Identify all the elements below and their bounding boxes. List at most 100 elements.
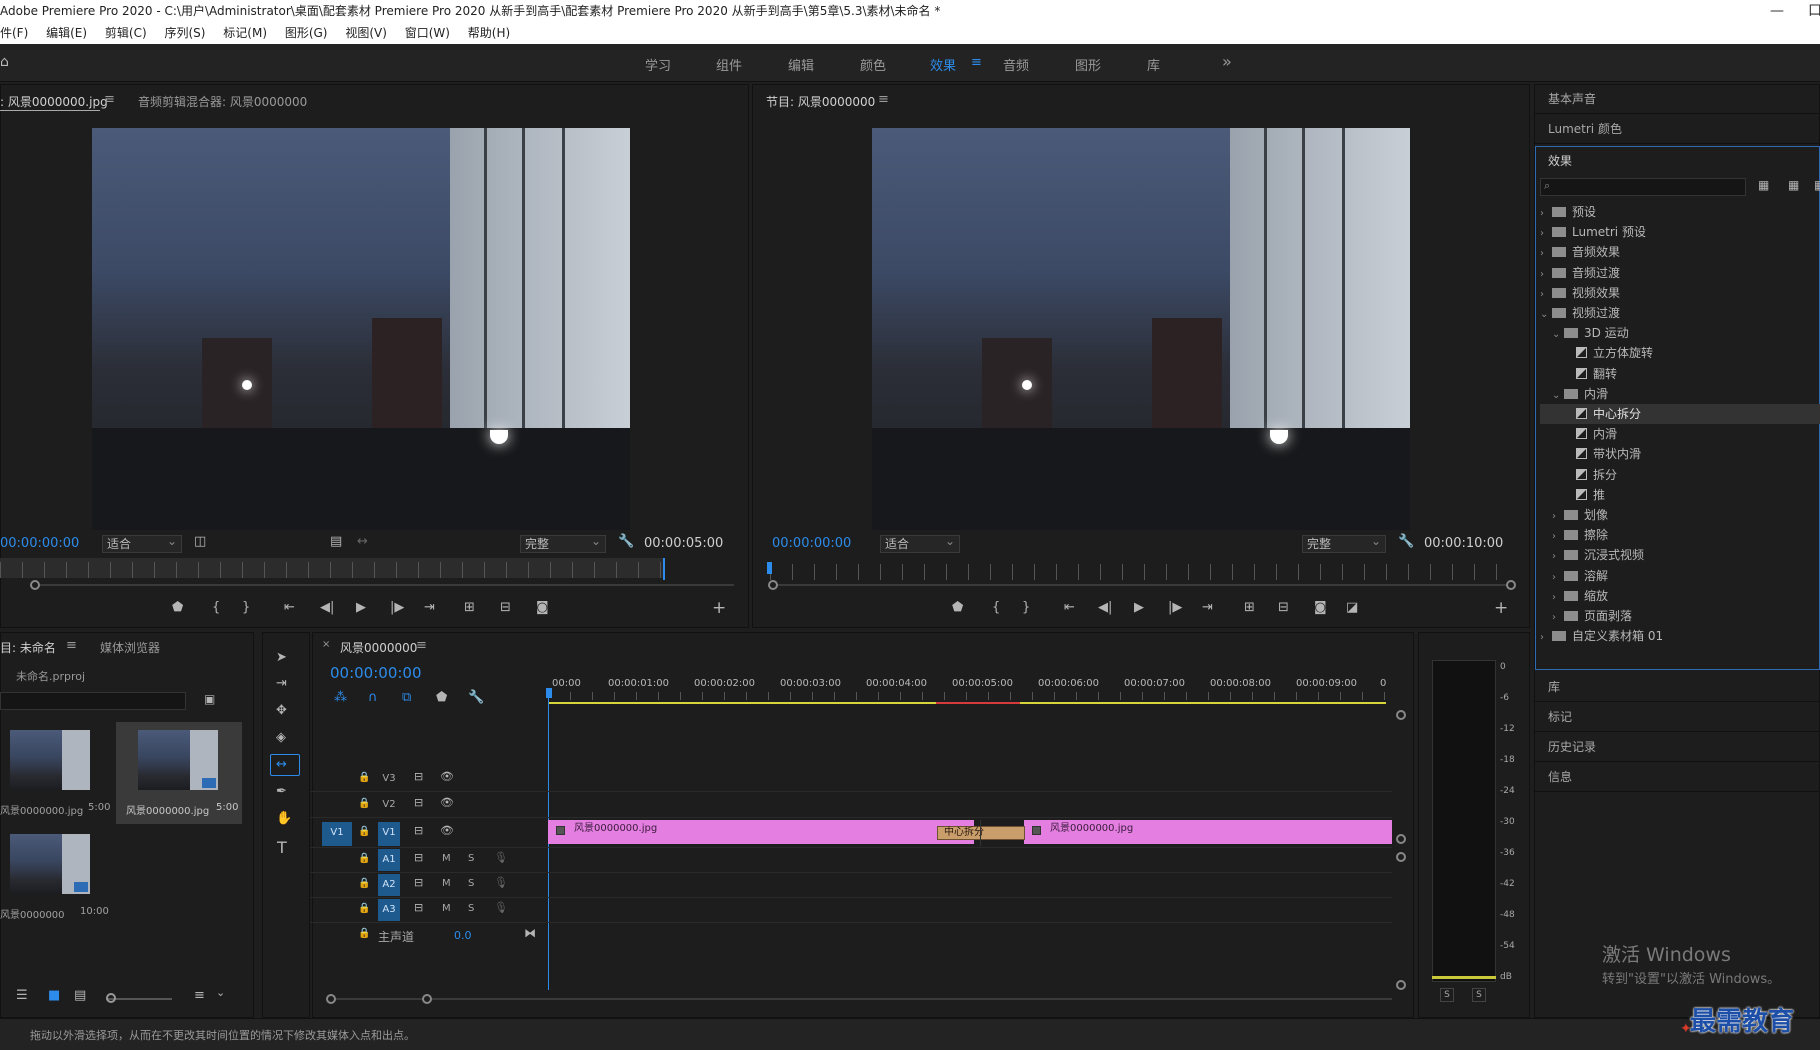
- chevron-right-icon[interactable]: ›: [1540, 285, 1552, 305]
- track-target-v3[interactable]: V3: [378, 768, 400, 790]
- track-lock-icon[interactable]: 🔒: [358, 772, 370, 783]
- effects-tree-item[interactable]: ⌄ 内滑: [1540, 384, 1820, 404]
- home-icon[interactable]: ⌂: [0, 54, 9, 70]
- sort-icon[interactable]: ≡: [194, 988, 205, 1003]
- timeline-settings-icon[interactable]: 🔧: [468, 690, 484, 705]
- basic-sound-panel-header[interactable]: 基本声音: [1534, 84, 1820, 114]
- track-target-a2[interactable]: A2: [378, 874, 400, 896]
- chevron-down-icon[interactable]: ⌄: [1540, 305, 1552, 325]
- solo-button[interactable]: S: [468, 878, 474, 889]
- track-eye-icon[interactable]: 👁: [440, 796, 454, 809]
- voiceover-mic-icon[interactable]: 🎙: [494, 901, 508, 914]
- sync-lock-icon[interactable]: ⊟: [414, 851, 423, 864]
- voiceover-mic-icon[interactable]: 🎙: [494, 851, 508, 864]
- chevron-right-icon[interactable]: ›: [1540, 224, 1552, 244]
- vscroll-handle[interactable]: [1396, 980, 1406, 990]
- lumetri-color-panel-header[interactable]: Lumetri 颜色: [1534, 114, 1820, 144]
- menu-file[interactable]: 件(F): [0, 26, 28, 40]
- hand-tool-icon[interactable]: ✋: [276, 811, 292, 826]
- clip-1[interactable]: 风景0000000.jpg: [548, 820, 974, 844]
- sync-lock-icon[interactable]: ⊟: [414, 824, 423, 837]
- clip-2[interactable]: 风景0000000.jpg: [1024, 820, 1392, 844]
- mute-button[interactable]: M: [442, 853, 451, 864]
- sync-lock-icon[interactable]: ⊟: [414, 770, 423, 783]
- sync-lock-icon[interactable]: ⊟: [414, 796, 423, 809]
- effects-tree-item[interactable]: › 音频效果: [1540, 242, 1820, 262]
- chevron-down-icon[interactable]: ⌄: [1552, 325, 1564, 345]
- menu-view[interactable]: 视图(V): [345, 26, 387, 40]
- timeline-timecode[interactable]: 00:00:00:00: [330, 664, 422, 682]
- effects-tree-item[interactable]: › 页面剥落: [1540, 606, 1820, 626]
- menu-help[interactable]: 帮助(H): [468, 26, 510, 40]
- ripple-edit-tool-icon[interactable]: ✥: [276, 703, 287, 718]
- selection-tool-icon[interactable]: ➤: [276, 650, 287, 665]
- master-go-to-end-icon[interactable]: ⧓: [524, 926, 536, 940]
- chevron-right-icon[interactable]: ›: [1552, 507, 1564, 527]
- effects-tree-item[interactable]: 中心拆分: [1540, 404, 1820, 424]
- workspace-color[interactable]: 颜色: [860, 55, 886, 74]
- transition-center-split[interactable]: 中心拆分: [937, 826, 1025, 840]
- track-lock-icon[interactable]: 🔒: [358, 798, 370, 809]
- effects-tree-item[interactable]: › Lumetri 预设: [1540, 222, 1820, 242]
- program-tab[interactable]: 节目: 风景0000000: [766, 93, 875, 110]
- effects-tree-item[interactable]: › 自定义素材箱 01: [1540, 626, 1820, 646]
- chevron-right-icon[interactable]: ›: [1540, 265, 1552, 285]
- list-view-icon[interactable]: ☰: [16, 988, 28, 1003]
- libraries-panel-header[interactable]: 库: [1534, 672, 1820, 702]
- meter-solo-left[interactable]: S: [1440, 988, 1454, 1002]
- timeline-ruler[interactable]: 00:00 00:00:01:00 00:00:02:00 00:00:03:0…: [548, 670, 1388, 704]
- mute-button[interactable]: M: [442, 903, 451, 914]
- effects-tree-item[interactable]: ⌄ 3D 运动: [1540, 323, 1820, 343]
- effects-tree-item[interactable]: › 擦除: [1540, 525, 1820, 545]
- razor-tool-icon[interactable]: ◈: [276, 730, 286, 745]
- track-lock-icon[interactable]: 🔒: [358, 826, 370, 837]
- vscroll-handle[interactable]: [1396, 710, 1406, 720]
- hscroll-handle-right[interactable]: [422, 994, 432, 1004]
- info-panel-header[interactable]: 信息: [1534, 762, 1820, 792]
- history-panel-header[interactable]: 历史记录: [1534, 732, 1820, 762]
- project-item-2[interactable]: 风景0000000.jpg 5:00: [116, 722, 242, 824]
- workspace-more-icon[interactable]: »: [1222, 52, 1232, 71]
- timeline-playhead-head[interactable]: [546, 688, 552, 698]
- track-lock-icon[interactable]: 🔒: [358, 928, 370, 939]
- track-eye-icon[interactable]: 👁: [440, 770, 454, 783]
- freeform-view-icon[interactable]: ▤: [74, 988, 86, 1003]
- sync-lock-icon[interactable]: ⊟: [414, 901, 423, 914]
- effects-tree-item[interactable]: 拆分: [1540, 465, 1820, 485]
- effects-tree-item[interactable]: 内滑: [1540, 424, 1820, 444]
- timeline-vscroll[interactable]: [1396, 706, 1406, 990]
- add-marker-icon[interactable]: ⬟: [436, 690, 447, 705]
- menu-window[interactable]: 窗口(W): [405, 26, 450, 40]
- chevron-right-icon[interactable]: ›: [1552, 568, 1564, 588]
- effects-tree-item[interactable]: 推: [1540, 485, 1820, 505]
- workspace-effects-menu-icon[interactable]: ≡: [971, 55, 982, 70]
- linked-selection-icon[interactable]: ⧉: [402, 690, 411, 705]
- project-item-1[interactable]: 风景0000000.jpg 5:00: [0, 722, 114, 824]
- mute-button[interactable]: M: [442, 878, 451, 889]
- maximize-button[interactable]: 口: [1808, 0, 1820, 22]
- snap-icon[interactable]: ∩: [368, 690, 378, 705]
- workspace-effects[interactable]: 效果: [930, 55, 956, 74]
- track-lock-icon[interactable]: 🔒: [358, 853, 370, 864]
- chevron-right-icon[interactable]: ›: [1552, 547, 1564, 567]
- solo-button[interactable]: S: [468, 853, 474, 864]
- source-patch-v1[interactable]: V1: [322, 822, 352, 846]
- slip-tool-icon[interactable]: ↔: [276, 757, 287, 772]
- menu-sequence[interactable]: 序列(S): [164, 26, 205, 40]
- workspace-libraries[interactable]: 库: [1147, 55, 1160, 74]
- meter-solo-right[interactable]: S: [1472, 988, 1486, 1002]
- track-target-v2[interactable]: V2: [378, 794, 400, 816]
- source-tab-menu-icon[interactable]: ≡: [104, 92, 115, 107]
- track-lock-icon[interactable]: 🔒: [358, 878, 370, 889]
- track-eye-icon[interactable]: 👁: [440, 824, 454, 837]
- yuv-effects-icon[interactable]: ▦: [1814, 178, 1820, 192]
- minimize-button[interactable]: —: [1770, 0, 1784, 22]
- menu-edit[interactable]: 编辑(E): [46, 26, 87, 40]
- effects-tree-item[interactable]: 立方体旋转: [1540, 343, 1820, 363]
- program-tab-menu-icon[interactable]: ≡: [878, 92, 889, 107]
- effects-tree-item[interactable]: › 沉浸式视频: [1540, 545, 1820, 565]
- effects-search-input[interactable]: ⌕: [1540, 178, 1746, 196]
- sync-lock-icon[interactable]: ⊟: [414, 876, 423, 889]
- workspace-audio[interactable]: 音频: [1003, 55, 1029, 74]
- workspace-graphics[interactable]: 图形: [1075, 55, 1101, 74]
